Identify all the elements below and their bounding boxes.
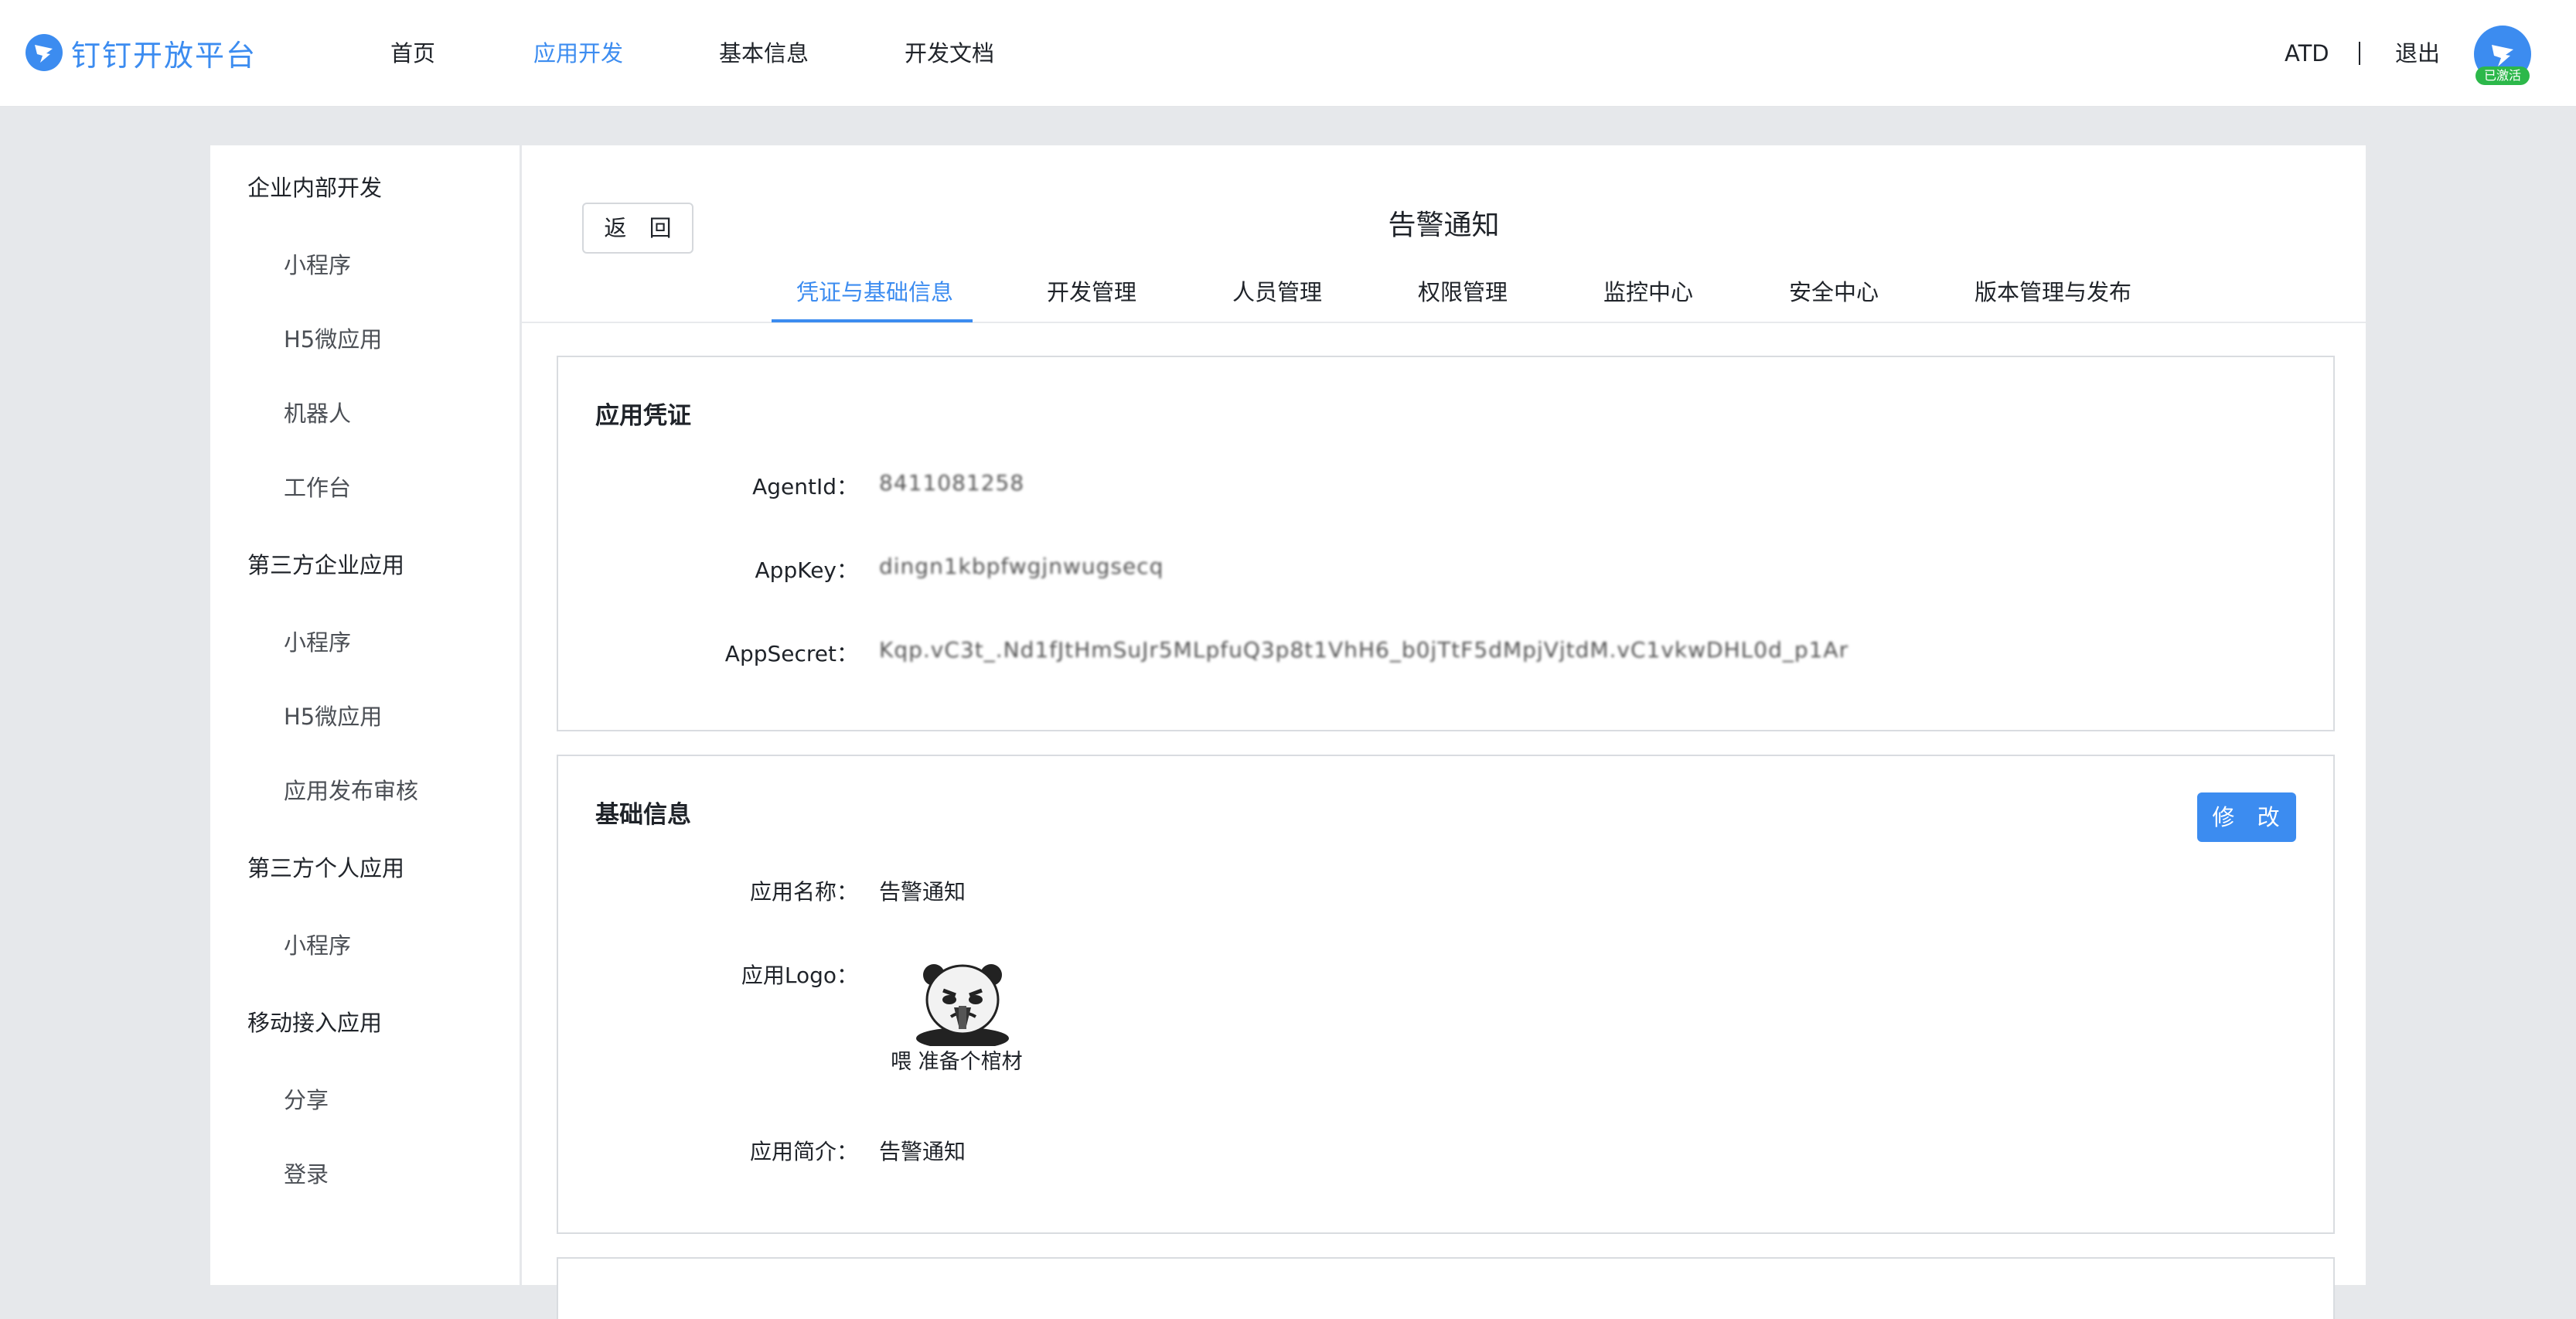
edit-button[interactable]: 修 改: [2197, 792, 2296, 842]
sidebar: 企业内部开发 小程序 H5微应用 机器人 工作台 第三方企业应用 小程序 H5微…: [210, 145, 520, 1285]
sidebar-item-internal-miniapp[interactable]: 小程序: [284, 247, 351, 280]
app-logo-label: 应用Logo：: [741, 963, 858, 988]
sidebar-item-share[interactable]: 分享: [284, 1082, 329, 1115]
appkey-value: dingn1kbpfwgjnwugsecq: [879, 554, 1164, 579]
activated-badge: 已激活: [2475, 66, 2530, 85]
tab-bar: 凭证与基础信息 开发管理 人员管理 权限管理 监控中心 安全中心 版本管理与发布: [522, 269, 2366, 323]
app-name-label: 应用名称：: [749, 879, 858, 905]
main-panel: 返 回 告警通知 凭证与基础信息 开发管理 人员管理 权限管理 监控中心 安全中…: [522, 145, 2366, 1319]
sidebar-group-internal: 企业内部开发: [247, 175, 383, 201]
app-desc-value: 告警通知: [879, 1139, 966, 1164]
sidebar-group-third-party-enterprise: 第三方企业应用: [247, 552, 405, 578]
sidebar-item-login[interactable]: 登录: [284, 1157, 329, 1189]
app-desc-label: 应用简介：: [749, 1139, 858, 1164]
agentid-label: AgentId：: [752, 474, 858, 499]
agentid-value: 8411081258: [879, 470, 1025, 496]
sidebar-item-internal-robot[interactable]: 机器人: [284, 396, 351, 428]
divider: [2359, 42, 2360, 65]
credentials-card: 应用凭证 AgentId： 8411081258 AppKey： dingn1k…: [557, 356, 2335, 731]
sidebar-group-mobile-access: 移动接入应用: [247, 1010, 383, 1036]
app-name-value: 告警通知: [879, 879, 966, 905]
next-card: [557, 1257, 2335, 1319]
sidebar-item-personal-miniapp[interactable]: 小程序: [284, 928, 351, 960]
app-logo-image: [916, 964, 1009, 1046]
appkey-label: AppKey：: [755, 557, 858, 583]
user-name: ATD: [2285, 40, 2329, 66]
sidebar-item-tp-h5[interactable]: H5微应用: [284, 699, 382, 731]
appsecret-value: Kqp.vC3t_.Nd1fJtHmSuJr5MLpfuQ3p8t1VhH6_b…: [879, 637, 1849, 663]
credentials-title: 应用凭证: [595, 402, 691, 430]
sidebar-item-internal-h5[interactable]: H5微应用: [284, 322, 382, 354]
logout-link[interactable]: 退出: [2395, 34, 2440, 73]
tab-people-management[interactable]: 人员管理: [1232, 269, 1322, 315]
active-tab-indicator: [772, 319, 973, 322]
app-logo-caption: 喂 准备个棺材: [891, 1050, 1023, 1074]
sidebar-item-internal-workbench[interactable]: 工作台: [284, 470, 351, 503]
user-area: ATD 退出: [0, 34, 2576, 73]
sidebar-item-tp-miniapp[interactable]: 小程序: [284, 625, 351, 657]
basic-info-card: 基础信息 修 改 应用名称： 告警通知 应用Logo： 喂 准备个棺材 应用简介…: [557, 755, 2335, 1234]
appsecret-label: AppSecret：: [724, 641, 858, 666]
page-title: 告警通知: [1388, 210, 1500, 241]
top-header: 钉钉开放平台 首页 应用开发 基本信息 开发文档 ATD 退出 已激活: [0, 0, 2576, 107]
tab-credentials[interactable]: 凭证与基础信息: [796, 269, 953, 315]
sidebar-item-tp-review[interactable]: 应用发布审核: [284, 773, 418, 806]
sidebar-group-third-party-personal: 第三方个人应用: [247, 855, 405, 881]
tab-dev-management[interactable]: 开发管理: [1047, 269, 1136, 315]
tab-version-release[interactable]: 版本管理与发布: [1975, 269, 2131, 315]
tab-monitoring[interactable]: 监控中心: [1603, 269, 1693, 315]
tab-security[interactable]: 安全中心: [1789, 269, 1879, 315]
basic-info-title: 基础信息: [595, 801, 691, 829]
tab-permission-management[interactable]: 权限管理: [1418, 269, 1508, 315]
